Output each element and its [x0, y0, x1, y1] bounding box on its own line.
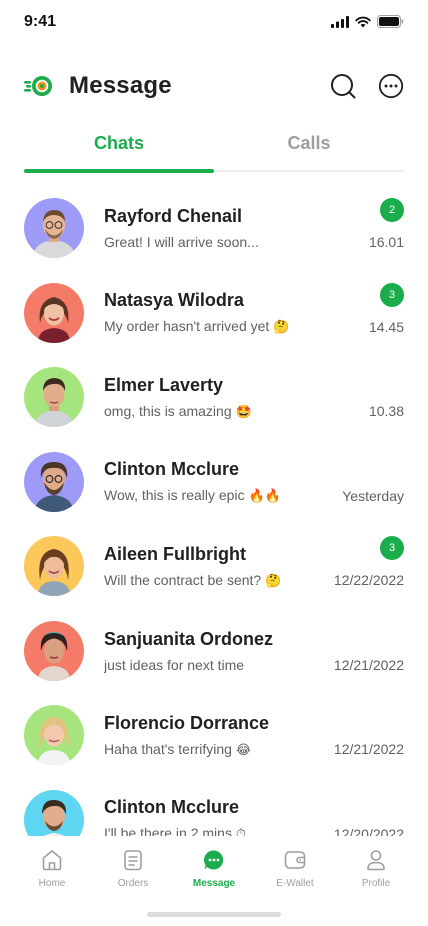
chat-time: 12/21/2022 [333, 656, 404, 673]
profile-icon [367, 850, 385, 871]
chat-time: Yesterday [342, 487, 404, 504]
nav-label: Profile [361, 878, 391, 889]
nav-label: Home [38, 878, 66, 889]
chat-time: 14.45 [368, 318, 404, 335]
avatar [24, 705, 84, 766]
tab-active-indicator [24, 169, 214, 173]
wifi-icon [355, 16, 371, 27]
nav-ewallet[interactable]: E-Wallet [265, 848, 325, 892]
tab-chats[interactable]: Chats [24, 128, 214, 174]
chat-list-item[interactable]: Clinton Mcclure Wow, this is really epic… [0, 440, 428, 525]
status-icons [331, 15, 404, 28]
status-bar: 9:41 [0, 0, 428, 44]
chat-list-item[interactable]: Rayford Chenail Great! I will arrive soo… [0, 186, 428, 271]
page-title: Message [69, 72, 172, 99]
nav-orders[interactable]: Orders [103, 848, 163, 892]
cellular-signal-icon [331, 15, 349, 28]
message-icon [203, 850, 224, 870]
nav-profile[interactable]: Profile [346, 848, 406, 892]
chat-time: 12/21/2022 [333, 741, 404, 757]
avatar [24, 536, 84, 597]
chat-time: 12/22/2022 [333, 572, 404, 588]
orders-icon [124, 850, 142, 871]
avatar [24, 282, 84, 343]
app-header: Message [24, 62, 404, 110]
unread-badge: 3 [380, 282, 404, 307]
chat-list-item[interactable]: Natasya Wilodra My order hasn't arrived … [0, 271, 428, 356]
tab-calls[interactable]: Calls [214, 128, 404, 174]
chat-list-item[interactable]: Elmer Laverty omg, this is amazing 🤩 10.… [0, 355, 428, 440]
header-actions [330, 73, 404, 99]
chat-list[interactable]: Rayford Chenail Great! I will arrive soo… [0, 186, 428, 836]
avatar [24, 620, 84, 681]
chat-list-item[interactable]: Aileen Fullbright Will the contract be s… [0, 524, 428, 609]
chat-list-item[interactable]: Clinton Mcclure I'll be there in 2 mins … [0, 778, 428, 837]
chat-time: 10.38 [368, 403, 404, 419]
home-icon [42, 850, 62, 871]
avatar [24, 367, 84, 428]
unread-badge: 2 [380, 198, 404, 222]
avatar [24, 451, 84, 512]
nav-label: Message [192, 878, 236, 889]
nav-message[interactable]: Message [184, 848, 244, 892]
status-time: 9:41 [24, 13, 57, 30]
home-indicator [147, 912, 281, 917]
search-icon[interactable] [330, 73, 356, 99]
chat-time: 16.01 [368, 234, 404, 250]
nav-label: E-Wallet [276, 878, 314, 889]
battery-icon [377, 15, 404, 28]
unread-badge: 3 [380, 536, 404, 560]
tab-bar: Chats Calls [24, 128, 404, 174]
avatar [24, 198, 84, 259]
nav-label: Orders [117, 878, 149, 889]
chat-time: 12/20/2022 [333, 825, 404, 837]
wallet-icon [284, 851, 306, 869]
nav-home[interactable]: Home [22, 848, 82, 892]
avatar [24, 789, 84, 836]
chat-list-item[interactable]: Sanjuanita Ordonez just ideas for next t… [0, 609, 428, 694]
app-logo-icon [24, 76, 52, 96]
more-options-icon[interactable] [378, 73, 404, 99]
chat-list-item[interactable]: Florencio Dorrance Haha that's terrifyin… [0, 693, 428, 778]
